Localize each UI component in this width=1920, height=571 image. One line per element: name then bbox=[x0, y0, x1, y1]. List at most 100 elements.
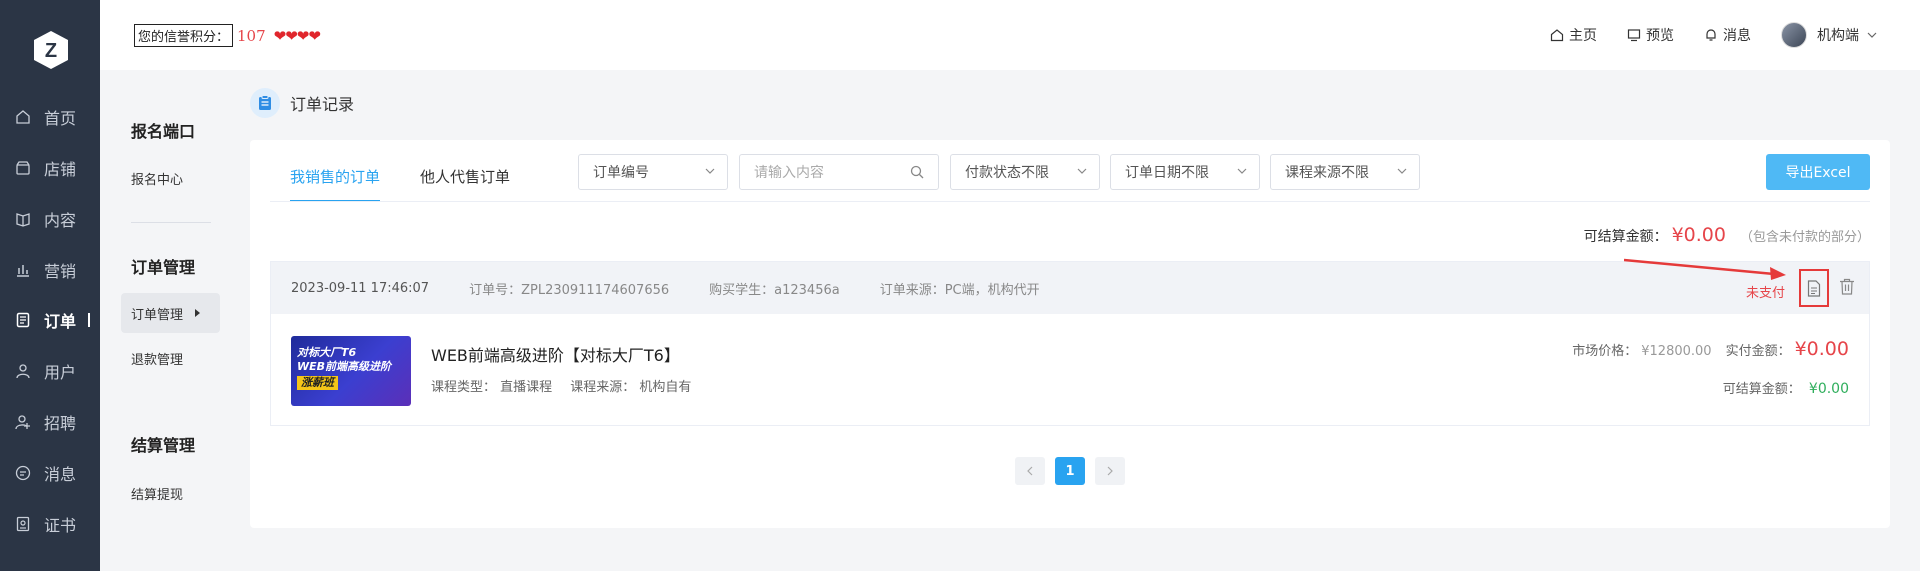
course-source-value: 课程来源不限 bbox=[1285, 165, 1369, 181]
course-title[interactable]: WEB前端高级进阶【对标大厂T6】 bbox=[431, 342, 680, 366]
tab-my-sales[interactable]: 我销售的订单 bbox=[290, 166, 381, 202]
settle-summary: 可结算金额： ¥0.00 （包含未付款的部分） bbox=[1584, 224, 1870, 246]
nav-item-label: 用户 bbox=[44, 363, 77, 382]
market-price: ¥12800.00 bbox=[1641, 344, 1712, 359]
nav-item-label: 内容 bbox=[44, 211, 77, 230]
message-icon bbox=[14, 464, 32, 482]
order-no-select-value: 订单编号 bbox=[593, 165, 649, 181]
home-icon bbox=[14, 108, 32, 126]
nav-item-label: 订单 bbox=[44, 312, 77, 331]
chevron-down-icon bbox=[1397, 168, 1407, 174]
thumbnail-badge: 涨薪班 bbox=[297, 376, 338, 390]
subnav-item-withdraw[interactable]: 结算提现 bbox=[131, 484, 183, 503]
top-header: 您的信誉积分： 107 ❤❤❤❤ 主页 预览 消息 机构端 bbox=[100, 0, 1920, 70]
chevron-right-icon bbox=[1107, 466, 1113, 476]
app-logo[interactable]: Z bbox=[33, 30, 69, 70]
nav-item-marketing[interactable]: 营销 bbox=[0, 252, 100, 288]
thumbnail-line: 对标大厂T6 bbox=[297, 346, 357, 359]
order-settle-label: 可结算金额： bbox=[1722, 382, 1801, 397]
search-icon[interactable] bbox=[910, 165, 924, 179]
user-icon bbox=[14, 362, 32, 380]
messages-link-label: 消息 bbox=[1723, 28, 1751, 44]
page-number[interactable]: 1 bbox=[1055, 457, 1085, 485]
order-icon bbox=[14, 311, 32, 329]
order-date-value: 订单日期不限 bbox=[1125, 165, 1209, 181]
nav-item-shop[interactable]: 店铺 bbox=[0, 150, 100, 186]
nav-item-orders[interactable]: 订单 bbox=[0, 302, 100, 338]
export-excel-button[interactable]: 导出Excel bbox=[1766, 154, 1870, 190]
prev-page-button[interactable] bbox=[1015, 457, 1045, 485]
messages-link[interactable]: 消息 bbox=[1704, 25, 1751, 45]
nav-item-label: 证书 bbox=[44, 516, 77, 535]
subnav-heading-settlement: 结算管理 bbox=[131, 436, 196, 455]
subnav-heading-signup: 报名端口 bbox=[131, 122, 196, 141]
next-page-button[interactable] bbox=[1095, 457, 1125, 485]
order-detail-button[interactable] bbox=[1799, 269, 1829, 307]
subnav-heading-orders: 订单管理 bbox=[131, 258, 196, 277]
credit-score: 您的信誉积分： 107 ❤❤❤❤ bbox=[134, 24, 321, 47]
nav-item-label: 首页 bbox=[44, 109, 77, 128]
nav-item-content[interactable]: 内容 bbox=[0, 201, 100, 237]
paid-label: 实付金额： bbox=[1725, 344, 1791, 359]
header-actions: 主页 预览 消息 机构端 bbox=[1520, 22, 1882, 48]
order-settle-row: 可结算金额： ¥0.00 bbox=[1723, 378, 1849, 397]
credit-label: 您的信誉积分： bbox=[134, 24, 234, 47]
subnav-item-label: 订单管理 bbox=[131, 307, 184, 323]
sub-sidebar: 报名端口 报名中心 订单管理 订单管理 退款管理 结算管理 结算提现 bbox=[100, 70, 230, 571]
nav-item-label: 营销 bbox=[44, 262, 77, 281]
chevron-down-icon bbox=[1077, 168, 1087, 174]
preview-link[interactable]: 预览 bbox=[1627, 25, 1674, 45]
pay-status-value: 付款状态不限 bbox=[965, 165, 1049, 181]
order-tabs: 我销售的订单 他人代售订单 bbox=[290, 166, 550, 202]
user-menu[interactable]: 机构端 bbox=[1781, 22, 1882, 48]
order-date-select[interactable]: 订单日期不限 bbox=[1110, 154, 1260, 190]
annotation-arrow bbox=[1624, 258, 1786, 280]
document-icon bbox=[1807, 279, 1821, 297]
nav-item-users[interactable]: 用户 bbox=[0, 353, 100, 389]
settle-amount: ¥0.00 bbox=[1671, 224, 1726, 246]
heart-rating-icon: ❤❤❤❤ bbox=[273, 26, 321, 45]
book-icon bbox=[14, 210, 32, 228]
nav-item-home[interactable]: 首页 bbox=[0, 99, 100, 135]
subnav-item-refunds[interactable]: 退款管理 bbox=[131, 349, 183, 368]
order-no-select[interactable]: 订单编号 bbox=[578, 154, 728, 190]
nav-item-label: 消息 bbox=[44, 465, 77, 484]
course-source-select[interactable]: 课程来源不限 bbox=[1270, 154, 1420, 190]
home-link[interactable]: 主页 bbox=[1550, 25, 1597, 45]
market-price-label: 市场价格： bbox=[1572, 344, 1638, 359]
pay-status-select[interactable]: 付款状态不限 bbox=[950, 154, 1100, 190]
recruit-icon bbox=[14, 413, 32, 431]
subnav-item-signup-center[interactable]: 报名中心 bbox=[131, 169, 183, 188]
settle-label: 可结算金额： bbox=[1583, 229, 1668, 245]
order-item: 2023-09-11 17:46:07 订单号：ZPL2309111746076… bbox=[270, 261, 1870, 426]
order-source: 订单来源：PC端，机构代开 bbox=[879, 282, 1040, 298]
bell-icon bbox=[1706, 29, 1716, 41]
page-title: 订单记录 bbox=[250, 88, 354, 118]
active-indicator bbox=[88, 313, 91, 327]
clipboard-icon bbox=[250, 88, 280, 118]
pagination: 1 bbox=[250, 457, 1890, 485]
subnav-item-order-management[interactable]: 订单管理 bbox=[121, 293, 220, 333]
settle-note: （包含未付款的部分） bbox=[1739, 230, 1870, 245]
divider bbox=[131, 222, 211, 223]
search-placeholder: 请输入内容 bbox=[754, 165, 824, 181]
order-buyer: 购买学生：a123456a bbox=[709, 282, 840, 298]
nav-item-recruit[interactable]: 招聘 bbox=[0, 404, 100, 440]
nav-item-messages[interactable]: 消息 bbox=[0, 455, 100, 491]
course-type: 课程类型： 直播课程 bbox=[431, 380, 553, 395]
delete-order-button[interactable] bbox=[1839, 278, 1855, 299]
price-row: 市场价格： ¥12800.00 实付金额： ¥0.00 bbox=[1572, 338, 1849, 360]
chevron-left-icon bbox=[1027, 466, 1033, 476]
status-badge: 未支付 bbox=[1745, 286, 1785, 301]
search-input[interactable]: 请输入内容 bbox=[739, 154, 939, 190]
main-sidebar: Z 首页 店铺 内容 营销 订单 用户 招聘 消息 证书 bbox=[0, 0, 100, 571]
course-thumbnail[interactable]: 对标大厂T6 WEB前端高级进阶 涨薪班 bbox=[291, 336, 411, 406]
user-name: 机构端 bbox=[1817, 28, 1859, 44]
chart-icon bbox=[14, 261, 32, 279]
course-meta: 课程类型： 直播课程 课程来源： 机构自有 bbox=[431, 376, 705, 395]
tab-agent-sales[interactable]: 他人代售订单 bbox=[420, 166, 510, 200]
chevron-down-icon bbox=[705, 168, 715, 174]
certificate-icon bbox=[14, 515, 32, 533]
nav-item-certificates[interactable]: 证书 bbox=[0, 506, 100, 542]
order-settle-amount: ¥0.00 bbox=[1808, 381, 1849, 397]
